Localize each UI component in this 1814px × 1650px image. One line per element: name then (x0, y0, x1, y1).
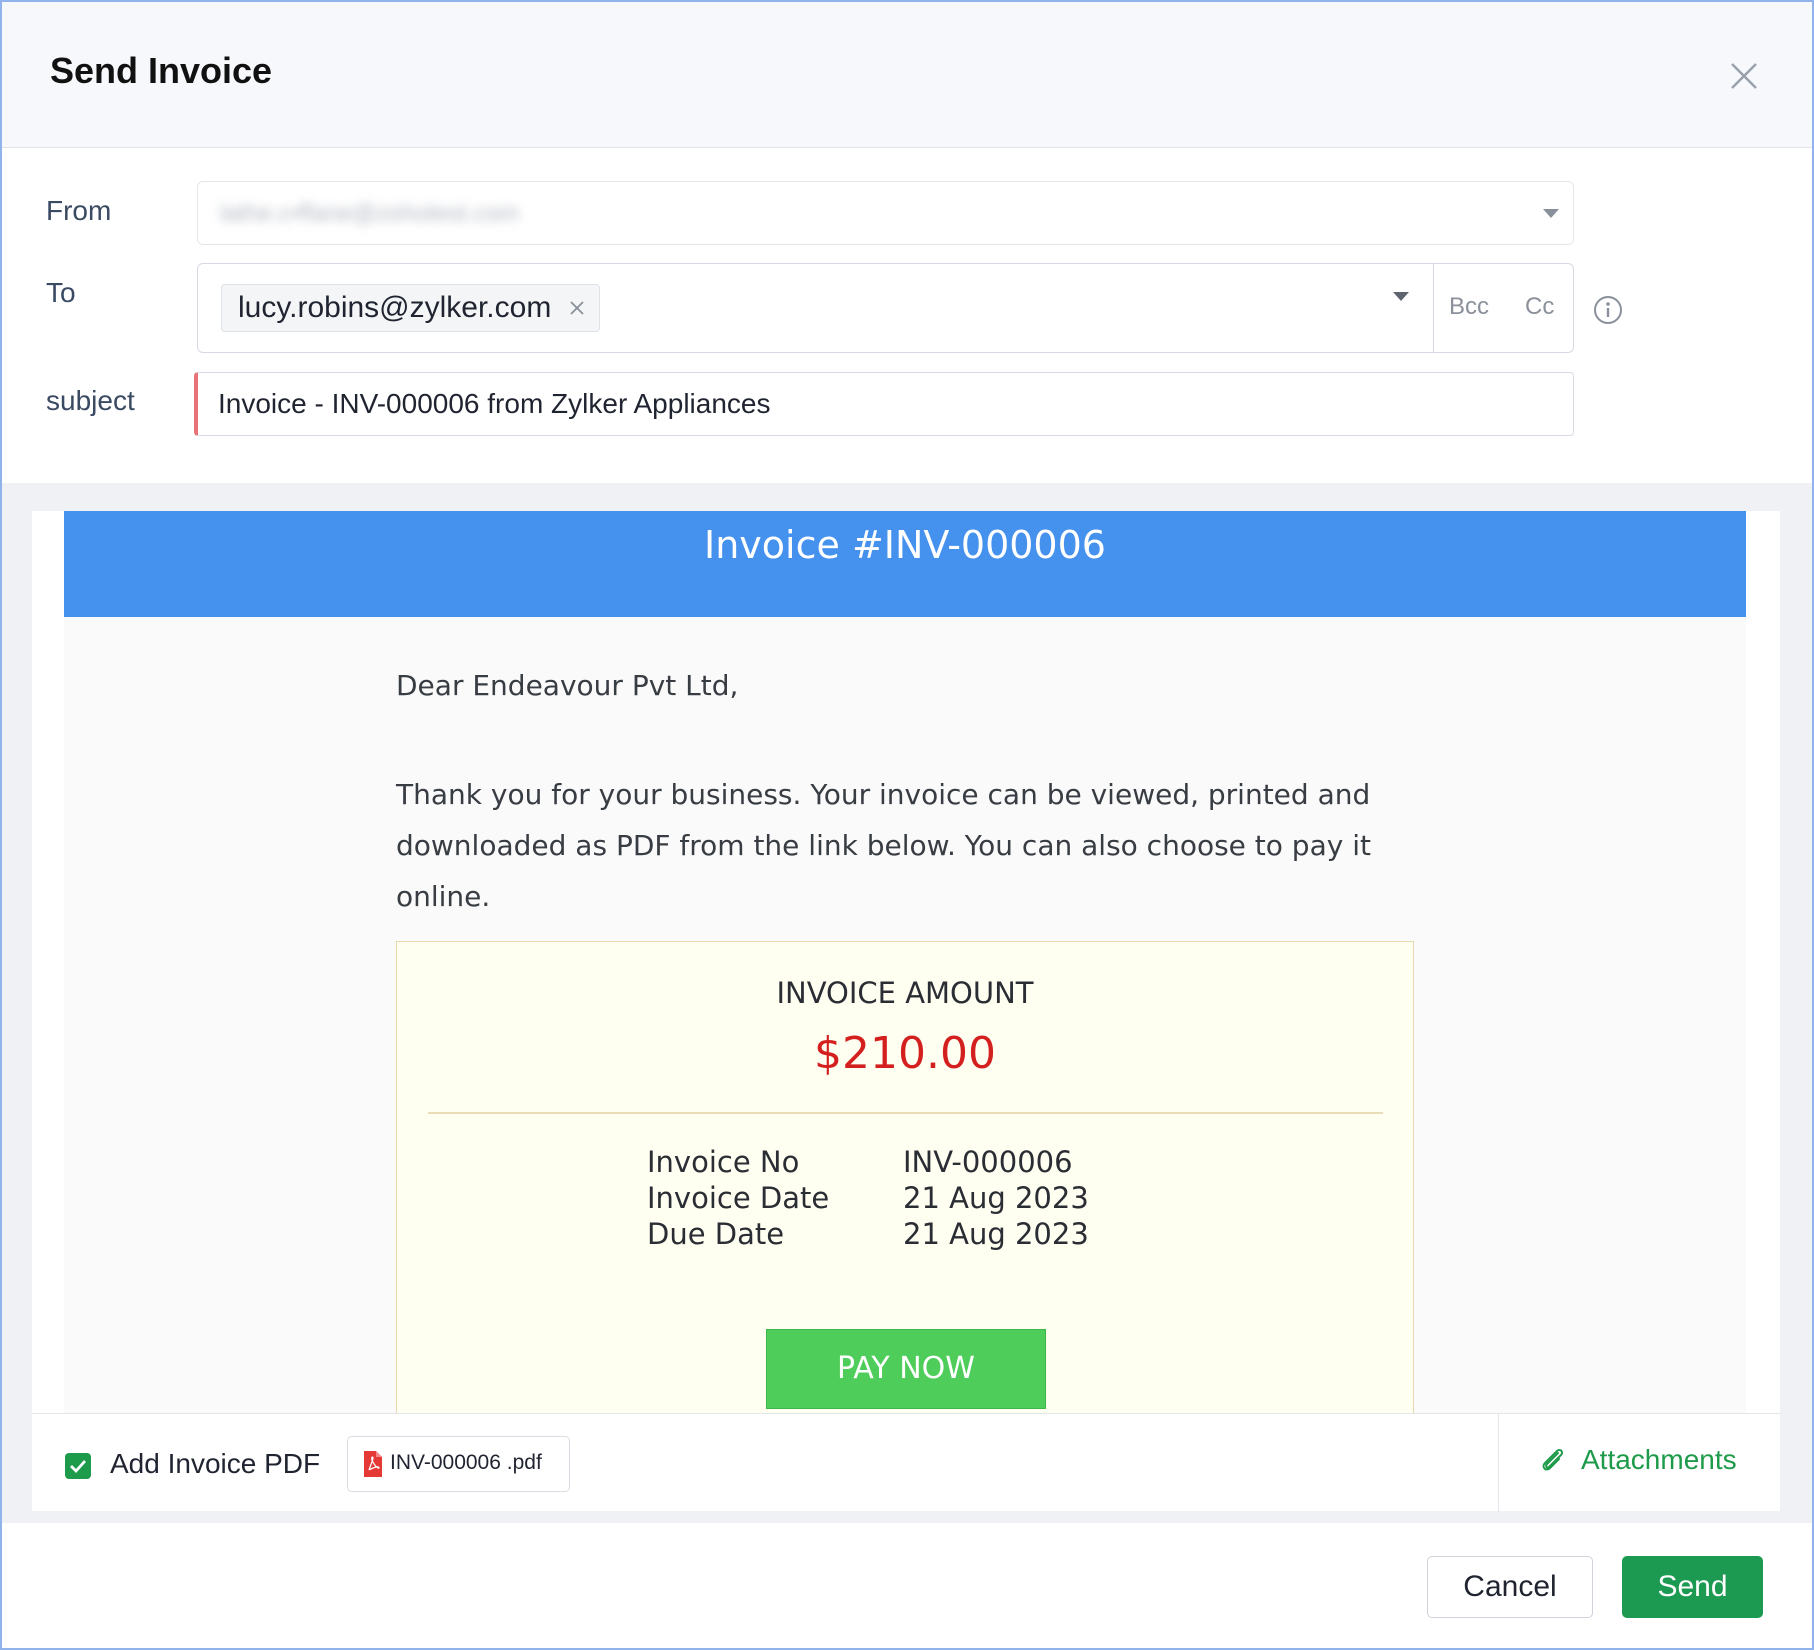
close-icon[interactable] (1726, 58, 1762, 94)
email-body: Invoice #INV-000006 Dear Endeavour Pvt L… (64, 511, 1746, 1413)
dialog-header: Send Invoice (2, 2, 1812, 148)
check-icon (70, 1460, 87, 1474)
from-select[interactable]: lathe.c•ffane@zohotest.com (197, 181, 1574, 245)
attachments-label: Attachments (1581, 1444, 1737, 1475)
recipient-chip: lucy.robins@zylker.com (221, 284, 601, 332)
add-invoice-pdf-label[interactable]: Add Invoice PDF (110, 1448, 320, 1480)
divider (1498, 1414, 1499, 1512)
bcc-cc-group: Bcc Cc (1434, 263, 1574, 353)
email-form: From lathe.c•ffane@zohotest.com To lucy.… (2, 149, 1812, 483)
from-value: lathe.c•ffane@zohotest.com (220, 200, 520, 227)
info-icon[interactable] (1592, 294, 1624, 326)
email-greeting: Dear Endeavour Pvt Ltd, (396, 669, 739, 702)
to-label: To (46, 277, 76, 308)
email-message: Thank you for your business. Your invoic… (396, 769, 1416, 922)
pay-now-button[interactable]: PAY NOW (766, 1329, 1046, 1409)
close-icon[interactable] (567, 298, 587, 318)
bcc-link[interactable]: Bcc (1449, 293, 1489, 321)
dialog-footer: Cancel Send (2, 1523, 1812, 1648)
invoice-pdf-chip[interactable]: INV-000006 .pdf (347, 1436, 570, 1492)
subject-label: subject (46, 385, 135, 416)
send-button[interactable]: Send (1622, 1556, 1763, 1618)
pdf-file-icon (364, 1451, 382, 1477)
invoice-amount-box: INVOICE AMOUNT $210.00 Invoice No Invoic… (396, 941, 1414, 1413)
email-banner: Invoice #INV-000006 (64, 511, 1746, 617)
send-invoice-dialog: Send Invoice From lathe.c•ffane@zohotest… (0, 0, 1814, 1650)
recipient-email: lucy.robins@zylker.com (238, 291, 552, 324)
chevron-down-icon[interactable] (1393, 292, 1409, 301)
paperclip-icon (1542, 1448, 1564, 1471)
email-banner-title: Invoice #INV-000006 (704, 523, 1106, 567)
dialog-title: Send Invoice (50, 50, 273, 91)
invoice-detail-values: INV-000006 21 Aug 2023 21 Aug 2023 (903, 1144, 1089, 1252)
invoice-amount-value: $210.00 (814, 1028, 996, 1079)
email-preview[interactable]: Invoice #INV-000006 Dear Endeavour Pvt L… (32, 511, 1780, 1413)
invoice-no-value: INV-000006 (903, 1145, 1073, 1179)
invoice-date-value: 21 Aug 2023 (903, 1181, 1089, 1215)
add-invoice-pdf-checkbox[interactable] (65, 1453, 91, 1479)
email-message-line: Thank you for your business. Your invoic… (396, 778, 1371, 811)
cc-link[interactable]: Cc (1525, 293, 1554, 321)
chevron-down-icon[interactable] (1543, 209, 1559, 218)
subject-field (194, 372, 1574, 436)
email-preview-area: Invoice #INV-000006 Dear Endeavour Pvt L… (2, 483, 1812, 1523)
divider (428, 1112, 1383, 1114)
to-input[interactable]: lucy.robins@zylker.com (197, 263, 1434, 353)
invoice-detail-labels: Invoice No Invoice Date Due Date (647, 1144, 829, 1252)
from-label: From (46, 195, 112, 226)
attachment-bar: Add Invoice PDF INV-000006 .pdf Attachme… (32, 1413, 1780, 1512)
invoice-amount-label: INVOICE AMOUNT (776, 976, 1034, 1010)
email-message-line: downloaded as PDF from the link below. Y… (396, 829, 1371, 913)
invoice-no-label: Invoice No (647, 1145, 800, 1179)
pdf-file-name: INV-000006 .pdf (390, 1451, 542, 1474)
subject-input[interactable] (218, 373, 1558, 435)
invoice-date-label: Invoice Date (647, 1181, 830, 1215)
cancel-button[interactable]: Cancel (1427, 1556, 1593, 1618)
due-date-label: Due Date (647, 1217, 785, 1251)
due-date-value: 21 Aug 2023 (903, 1217, 1089, 1251)
